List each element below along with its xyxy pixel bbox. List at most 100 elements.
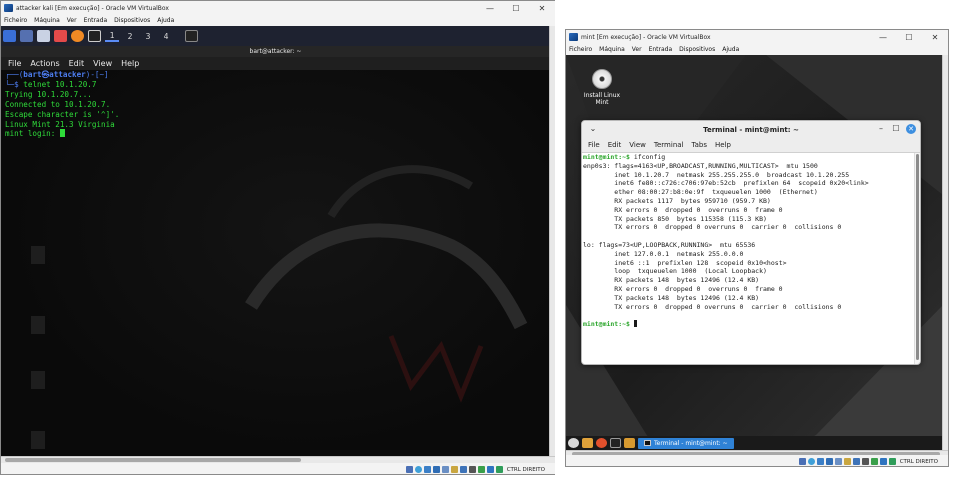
cpu-icon[interactable] [870,458,878,465]
mint-terminal-titlebar[interactable]: ⌄ Terminal - mint@mint: ~ – ☐ ✕ [582,121,920,138]
menu-dispositivos[interactable]: Dispositivos [114,17,150,24]
terminal-menu-edit[interactable]: Edit [608,141,622,149]
hard-disk-icon[interactable] [405,466,413,473]
menu-maquina[interactable]: Máquina [34,17,60,24]
kali-terminal-menubar: File Actions Edit View Help [1,57,550,70]
network-icon[interactable] [825,458,833,465]
files-icon[interactable] [582,438,593,448]
shared-folders-icon[interactable] [450,466,458,473]
menu-ver[interactable]: Ver [67,17,77,24]
workspace-3[interactable]: 3 [141,32,155,41]
taskbar-terminal-item[interactable]: Terminal - mint@mint: ~ [638,437,734,449]
active-terminal-task-icon[interactable] [185,30,198,42]
terminal-menu-file[interactable]: File [8,59,21,68]
ifconfig-line: TX errors 0 dropped 0 overruns 0 carrier… [583,223,842,232]
optical-drive-icon[interactable] [414,466,422,473]
workspace-2[interactable]: 2 [123,32,137,41]
close-button[interactable]: ✕ [529,4,555,13]
display-icon[interactable] [459,466,467,473]
folder-icon[interactable] [624,438,635,448]
terminal-menu-terminal[interactable]: Terminal [654,141,684,149]
kali-vbox-window: attacker kali [Em execução] - Oracle VM … [0,0,556,475]
workspace-1[interactable]: 1 [105,31,119,42]
menu-maquina[interactable]: Máquina [599,46,625,53]
desktop-icon-label: Install Linux Mint [583,92,621,106]
network-icon[interactable] [432,466,440,473]
terminal-minimize-button[interactable]: – [876,124,886,134]
desktop-icon-install-mint[interactable]: Install Linux Mint [577,69,627,106]
ifconfig-line: inet 10.1.20.7 netmask 255.255.255.0 bro… [583,170,850,179]
menu-ficheiro[interactable]: Ficheiro [569,46,592,53]
mouse-integration-icon[interactable] [486,466,494,473]
terminal-menu-view[interactable]: View [93,59,112,68]
terminal-launcher-icon[interactable] [610,438,621,448]
kali-guest-display[interactable]: 1 2 3 4 bart@attacker: ~ File Actions Ed… [1,26,550,456]
kali-window-title: attacker kali [Em execução] - Oracle VM … [16,4,169,12]
shared-folders-icon[interactable] [843,458,851,465]
scrollbar-thumb[interactable] [5,458,301,462]
menu-entrada[interactable]: Entrada [84,17,108,24]
window-menu-chevron-icon[interactable]: ⌄ [588,124,598,134]
minimize-button[interactable]: — [870,33,896,42]
ifconfig-line [583,232,914,241]
file-manager-icon[interactable] [37,30,50,42]
host-key-icon[interactable] [495,466,503,473]
workspace-4[interactable]: 4 [159,32,173,41]
menu-dispositivos[interactable]: Dispositivos [679,46,715,53]
minimize-button[interactable]: — [477,4,503,13]
update-manager-icon[interactable] [596,438,607,448]
terminal-menu-view[interactable]: View [629,141,646,149]
kali-window-titlebar[interactable]: attacker kali [Em execução] - Oracle VM … [1,1,555,15]
close-button[interactable]: ✕ [922,33,948,42]
menu-ver[interactable]: Ver [632,46,642,53]
menu-entrada[interactable]: Entrada [649,46,673,53]
terminal-icon[interactable] [88,30,101,42]
kali-terminal-output[interactable]: ┌──(bart㉿attacker)-[~] └─$ telnet 10.1.20… [1,70,550,456]
mouse-integration-icon[interactable] [879,458,887,465]
menu-ficheiro[interactable]: Ficheiro [4,17,27,24]
terminal-menu-edit[interactable]: Edit [69,59,85,68]
kali-menu-icon[interactable] [3,30,16,42]
menu-ajuda[interactable]: Ajuda [157,17,174,24]
terminal-close-button[interactable]: ✕ [906,124,916,134]
terminal-maximize-button[interactable]: ☐ [891,124,901,134]
audio-icon[interactable] [423,466,431,473]
hard-disk-icon[interactable] [798,458,806,465]
mint-terminal-menubar: File Edit View Terminal Tabs Help [582,138,920,153]
mint-terminal-scrollbar[interactable] [914,153,920,364]
mint-menu-icon[interactable] [568,438,579,448]
host-key-icon[interactable] [888,458,896,465]
mint-guest-display[interactable]: Install Linux Mint ⌄ Terminal - mint@min… [566,55,943,450]
terminal-menu-actions[interactable]: Actions [30,59,59,68]
usb-icon[interactable] [441,466,449,473]
text-editor-icon[interactable] [54,30,67,42]
menu-ajuda[interactable]: Ajuda [722,46,739,53]
audio-icon[interactable] [816,458,824,465]
kali-terminal-titlebar[interactable]: bart@attacker: ~ [1,46,550,57]
terminal-menu-file[interactable]: File [588,141,600,149]
ifconfig-line: enp0s3: flags=4163<UP,BROADCAST,RUNNING,… [583,161,818,170]
ifconfig-line: TX packets 850 bytes 115358 (115.3 KB) [583,214,767,223]
cpu-icon[interactable] [477,466,485,473]
scrollbar-thumb[interactable] [916,154,919,360]
mint-window-titlebar[interactable]: mint [Em execução] - Oracle VM VirtualBo… [566,30,948,44]
terminal-menu-help[interactable]: Help [715,141,731,149]
terminal-menu-tabs[interactable]: Tabs [692,141,708,149]
usb-icon[interactable] [834,458,842,465]
terminal-cursor [59,129,65,138]
maximize-button[interactable]: ☐ [896,33,922,42]
display-icon[interactable] [852,458,860,465]
firefox-icon[interactable] [71,30,84,42]
ifconfig-line: TX packets 148 bytes 12496 (12.4 KB) [583,293,760,302]
ifconfig-line: loop txqueuelen 1000 (Local Loopback) [583,267,767,276]
terminal-menu-help[interactable]: Help [121,59,139,68]
mint-terminal-output[interactable]: mint@mint:~$ ifconfig enp0s3: flags=4163<… [582,153,914,364]
mint-window-title: mint [Em execução] - Oracle VM VirtualBo… [581,33,711,41]
maximize-button[interactable]: ☐ [503,4,529,13]
mint-vertical-scrollbar[interactable] [942,55,948,450]
kali-horizontal-scrollbar[interactable] [1,456,555,463]
show-desktop-icon[interactable] [20,30,33,42]
recording-icon[interactable] [468,466,476,473]
recording-icon[interactable] [861,458,869,465]
optical-drive-icon[interactable] [807,458,815,465]
